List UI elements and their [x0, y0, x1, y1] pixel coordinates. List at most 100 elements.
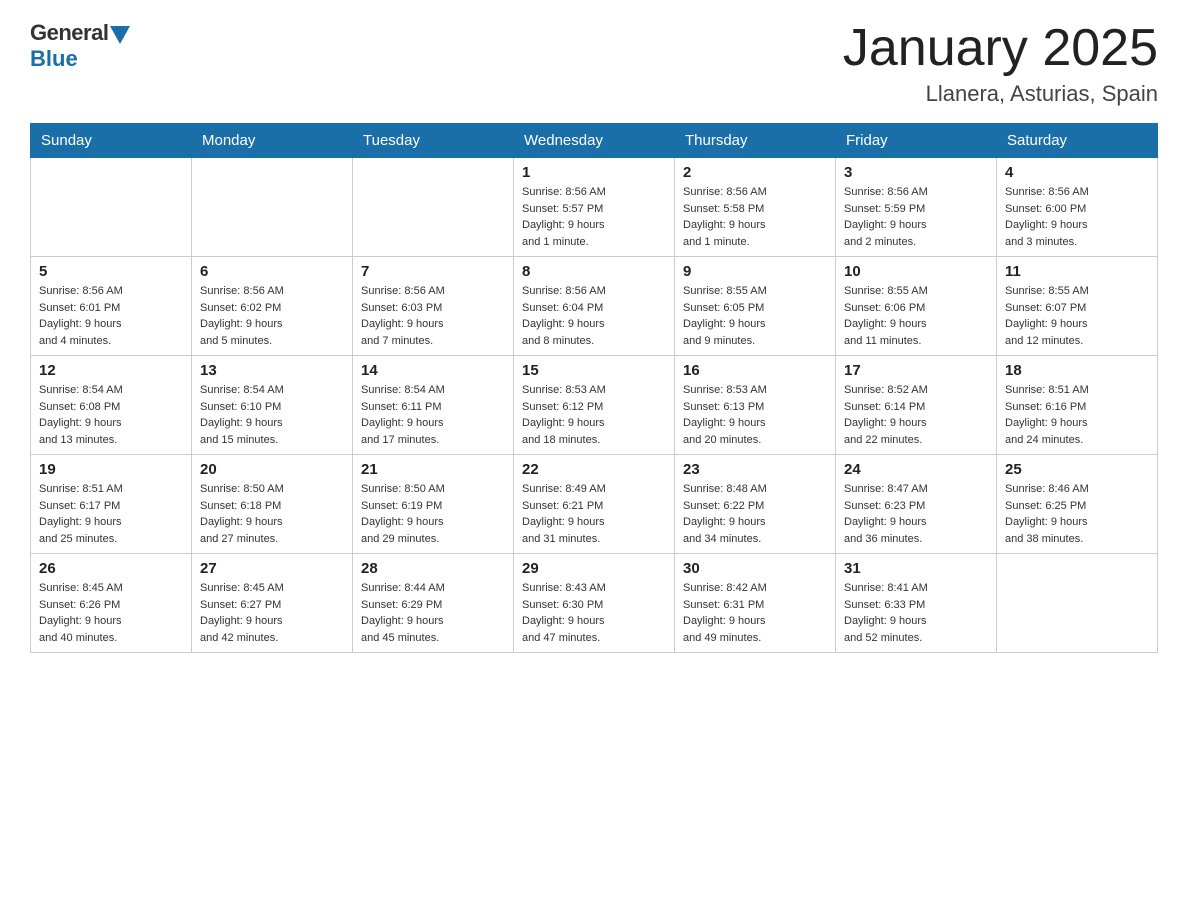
day-info: Sunrise: 8:45 AM Sunset: 6:27 PM Dayligh… [200, 580, 344, 646]
column-header-saturday: Saturday [997, 124, 1158, 158]
day-number: 28 [361, 560, 505, 577]
calendar-cell: 29Sunrise: 8:43 AM Sunset: 6:30 PM Dayli… [514, 554, 675, 653]
calendar-cell: 25 Sunrise: 8:46 AM Sunset: 6:25 PM Dayli… [997, 455, 1158, 554]
calendar-header-row: SundayMondayTuesdayWednesdayThursdayFrid… [31, 124, 1158, 158]
day-number: 7 [361, 263, 505, 280]
calendar-subtitle: Llanera, Asturias, Spain [843, 81, 1158, 107]
day-number: 19 [39, 461, 183, 478]
day-number: 6 [200, 263, 344, 280]
day-number: 24 [844, 461, 988, 478]
day-number: 25 [1005, 461, 1149, 478]
day-info: Sunrise: 8:50 AM Sunset: 6:19 PM Dayligh… [361, 481, 505, 547]
calendar-cell [31, 158, 192, 257]
day-info: Sunrise: 8:42 AM Sunset: 6:31 PM Dayligh… [683, 580, 827, 646]
day-number: 5 [39, 263, 183, 280]
day-number: 12 [39, 362, 183, 379]
day-info: Sunrise: 8:41 AM Sunset: 6:33 PM Dayligh… [844, 580, 988, 646]
day-info: Sunrise: 8:56 AM Sunset: 6:01 PM Dayligh… [39, 283, 183, 349]
calendar-cell: 3Sunrise: 8:56 AM Sunset: 5:59 PM Daylig… [836, 158, 997, 257]
calendar-cell: 11 Sunrise: 8:55 AM Sunset: 6:07 PM Dayli… [997, 257, 1158, 356]
title-section: January 2025 Llanera, Asturias, Spain [843, 20, 1158, 107]
calendar-cell: 24 Sunrise: 8:47 AM Sunset: 6:23 PM Dayli… [836, 455, 997, 554]
calendar-cell: 18 Sunrise: 8:51 AM Sunset: 6:16 PM Dayli… [997, 356, 1158, 455]
day-number: 14 [361, 362, 505, 379]
calendar-cell: 19 Sunrise: 8:51 AM Sunset: 6:17 PM Dayli… [31, 455, 192, 554]
calendar-cell: 12 Sunrise: 8:54 AM Sunset: 6:08 PM Dayli… [31, 356, 192, 455]
day-number: 23 [683, 461, 827, 478]
day-info: Sunrise: 8:46 AM Sunset: 6:25 PM Dayligh… [1005, 481, 1149, 547]
calendar-cell: 30 Sunrise: 8:42 AM Sunset: 6:31 PM Dayli… [675, 554, 836, 653]
calendar-cell: 17 Sunrise: 8:52 AM Sunset: 6:14 PM Dayli… [836, 356, 997, 455]
day-info: Sunrise: 8:56 AM Sunset: 5:57 PM Dayligh… [522, 184, 666, 250]
day-info: Sunrise: 8:56 AM Sunset: 6:02 PM Dayligh… [200, 283, 344, 349]
calendar-week-row: 12 Sunrise: 8:54 AM Sunset: 6:08 PM Dayli… [31, 356, 1158, 455]
day-info: Sunrise: 8:47 AM Sunset: 6:23 PM Dayligh… [844, 481, 988, 547]
day-info: Sunrise: 8:53 AM Sunset: 6:13 PM Dayligh… [683, 382, 827, 448]
day-number: 13 [200, 362, 344, 379]
calendar-cell: 7Sunrise: 8:56 AM Sunset: 6:03 PM Daylig… [353, 257, 514, 356]
calendar-week-row: 19 Sunrise: 8:51 AM Sunset: 6:17 PM Dayli… [31, 455, 1158, 554]
day-info: Sunrise: 8:56 AM Sunset: 5:58 PM Dayligh… [683, 184, 827, 250]
day-number: 20 [200, 461, 344, 478]
calendar-table: SundayMondayTuesdayWednesdayThursdayFrid… [30, 123, 1158, 653]
day-number: 18 [1005, 362, 1149, 379]
day-number: 26 [39, 560, 183, 577]
calendar-cell: 4Sunrise: 8:56 AM Sunset: 6:00 PM Daylig… [997, 158, 1158, 257]
day-info: Sunrise: 8:51 AM Sunset: 6:16 PM Dayligh… [1005, 382, 1149, 448]
day-number: 1 [522, 164, 666, 181]
calendar-cell [192, 158, 353, 257]
day-number: 2 [683, 164, 827, 181]
day-info: Sunrise: 8:55 AM Sunset: 6:07 PM Dayligh… [1005, 283, 1149, 349]
logo-triangle-icon [110, 26, 130, 44]
day-number: 29 [522, 560, 666, 577]
column-header-sunday: Sunday [31, 124, 192, 158]
calendar-week-row: 5 Sunrise: 8:56 AM Sunset: 6:01 PM Daylig… [31, 257, 1158, 356]
day-info: Sunrise: 8:54 AM Sunset: 6:11 PM Dayligh… [361, 382, 505, 448]
column-header-monday: Monday [192, 124, 353, 158]
day-info: Sunrise: 8:54 AM Sunset: 6:10 PM Dayligh… [200, 382, 344, 448]
day-number: 10 [844, 263, 988, 280]
day-info: Sunrise: 8:51 AM Sunset: 6:17 PM Dayligh… [39, 481, 183, 547]
logo-general-text: General [30, 20, 108, 46]
calendar-cell: 1 Sunrise: 8:56 AM Sunset: 5:57 PM Daylig… [514, 158, 675, 257]
calendar-cell: 21 Sunrise: 8:50 AM Sunset: 6:19 PM Dayli… [353, 455, 514, 554]
day-number: 22 [522, 461, 666, 478]
logo-blue-text: Blue [30, 46, 78, 72]
calendar-title: January 2025 [843, 20, 1158, 77]
logo: General Blue [30, 20, 130, 72]
day-number: 30 [683, 560, 827, 577]
calendar-cell: 22Sunrise: 8:49 AM Sunset: 6:21 PM Dayli… [514, 455, 675, 554]
calendar-cell [353, 158, 514, 257]
day-number: 21 [361, 461, 505, 478]
calendar-cell: 31 Sunrise: 8:41 AM Sunset: 6:33 PM Dayli… [836, 554, 997, 653]
calendar-cell: 15 Sunrise: 8:53 AM Sunset: 6:12 PM Dayli… [514, 356, 675, 455]
day-info: Sunrise: 8:52 AM Sunset: 6:14 PM Dayligh… [844, 382, 988, 448]
calendar-cell: 16Sunrise: 8:53 AM Sunset: 6:13 PM Dayli… [675, 356, 836, 455]
day-number: 27 [200, 560, 344, 577]
calendar-cell: 6 Sunrise: 8:56 AM Sunset: 6:02 PM Daylig… [192, 257, 353, 356]
calendar-cell [997, 554, 1158, 653]
day-info: Sunrise: 8:56 AM Sunset: 6:00 PM Dayligh… [1005, 184, 1149, 250]
calendar-cell: 10Sunrise: 8:55 AM Sunset: 6:06 PM Dayli… [836, 257, 997, 356]
calendar-cell: 5 Sunrise: 8:56 AM Sunset: 6:01 PM Daylig… [31, 257, 192, 356]
day-info: Sunrise: 8:56 AM Sunset: 6:04 PM Dayligh… [522, 283, 666, 349]
day-info: Sunrise: 8:50 AM Sunset: 6:18 PM Dayligh… [200, 481, 344, 547]
page-header: General Blue January 2025 Llanera, Astur… [30, 20, 1158, 107]
column-header-friday: Friday [836, 124, 997, 158]
day-info: Sunrise: 8:54 AM Sunset: 6:08 PM Dayligh… [39, 382, 183, 448]
day-number: 17 [844, 362, 988, 379]
day-number: 11 [1005, 263, 1149, 280]
calendar-week-row: 1 Sunrise: 8:56 AM Sunset: 5:57 PM Daylig… [31, 158, 1158, 257]
calendar-cell: 23 Sunrise: 8:48 AM Sunset: 6:22 PM Dayli… [675, 455, 836, 554]
day-info: Sunrise: 8:55 AM Sunset: 6:05 PM Dayligh… [683, 283, 827, 349]
calendar-cell: 26Sunrise: 8:45 AM Sunset: 6:26 PM Dayli… [31, 554, 192, 653]
day-info: Sunrise: 8:53 AM Sunset: 6:12 PM Dayligh… [522, 382, 666, 448]
day-number: 31 [844, 560, 988, 577]
day-info: Sunrise: 8:48 AM Sunset: 6:22 PM Dayligh… [683, 481, 827, 547]
calendar-cell: 14 Sunrise: 8:54 AM Sunset: 6:11 PM Dayli… [353, 356, 514, 455]
column-header-thursday: Thursday [675, 124, 836, 158]
day-info: Sunrise: 8:44 AM Sunset: 6:29 PM Dayligh… [361, 580, 505, 646]
calendar-cell: 27 Sunrise: 8:45 AM Sunset: 6:27 PM Dayli… [192, 554, 353, 653]
day-info: Sunrise: 8:56 AM Sunset: 5:59 PM Dayligh… [844, 184, 988, 250]
day-number: 15 [522, 362, 666, 379]
